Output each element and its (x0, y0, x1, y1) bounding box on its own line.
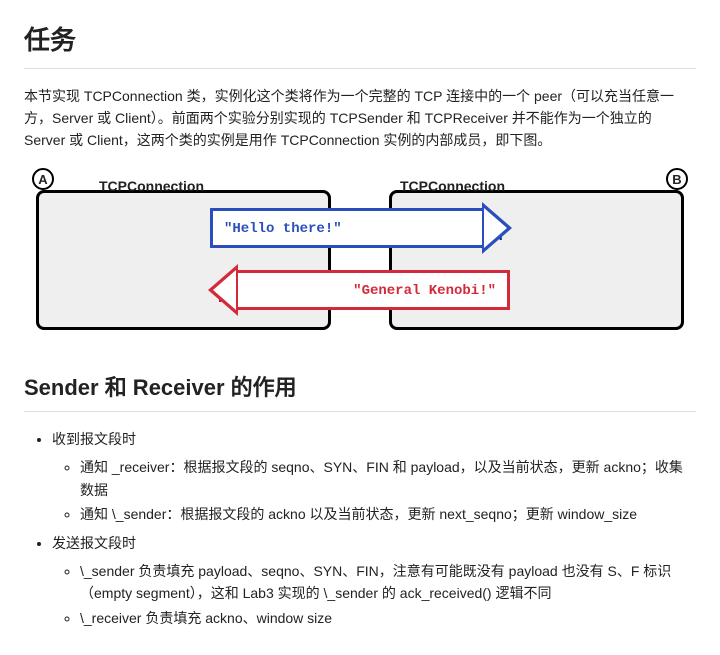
page-title: 任务 (24, 20, 696, 62)
arrow-head-icon (482, 202, 512, 254)
list-item: 通知 _receiver：根据报文段的 seqno、SYN、FIN 和 payl… (80, 456, 696, 501)
list-text: 收到报文段时 (52, 431, 136, 447)
peer-label-a: A (32, 168, 54, 190)
intro-paragraph: 本节实现 TCPConnection 类，实例化这个类将作为一个完整的 TCP … (24, 85, 696, 152)
box-title-a: TCPConnection (99, 175, 204, 197)
arrow-b-to-a: "General Kenobi!" (210, 270, 510, 310)
divider (24, 68, 696, 69)
list-item: 通知 \_sender：根据报文段的 ackno 以及当前状态，更新 next_… (80, 503, 696, 525)
arrow-a-to-b: "Hello there!" (210, 208, 510, 248)
list-item: \_sender 负责填充 payload、seqno、SYN、FIN，注意有可… (80, 560, 696, 605)
tcp-connection-diagram: A B TCPConnection TCPSender TCPReceiver … (30, 170, 690, 340)
box-title-b: TCPConnection (400, 175, 505, 197)
list-text: 发送报文段时 (52, 535, 136, 551)
divider (24, 411, 696, 412)
responsibilities-list: 收到报文段时 通知 _receiver：根据报文段的 seqno、SYN、FIN… (24, 428, 696, 629)
sublist: 通知 _receiver：根据报文段的 seqno、SYN、FIN 和 payl… (52, 456, 696, 525)
arrow-head-icon (208, 264, 238, 316)
message-kenobi: "General Kenobi!" (353, 280, 496, 302)
list-item: 发送报文段时 \_sender 负责填充 payload、seqno、SYN、F… (52, 532, 696, 630)
peer-label-b: B (666, 168, 688, 190)
list-item: 收到报文段时 通知 _receiver：根据报文段的 seqno、SYN、FIN… (52, 428, 696, 526)
list-item: \_receiver 负责填充 ackno、window size (80, 607, 696, 629)
message-hello: "Hello there!" (224, 218, 342, 240)
section-heading: Sender 和 Receiver 的作用 (24, 370, 696, 405)
sublist: \_sender 负责填充 payload、seqno、SYN、FIN，注意有可… (52, 560, 696, 629)
